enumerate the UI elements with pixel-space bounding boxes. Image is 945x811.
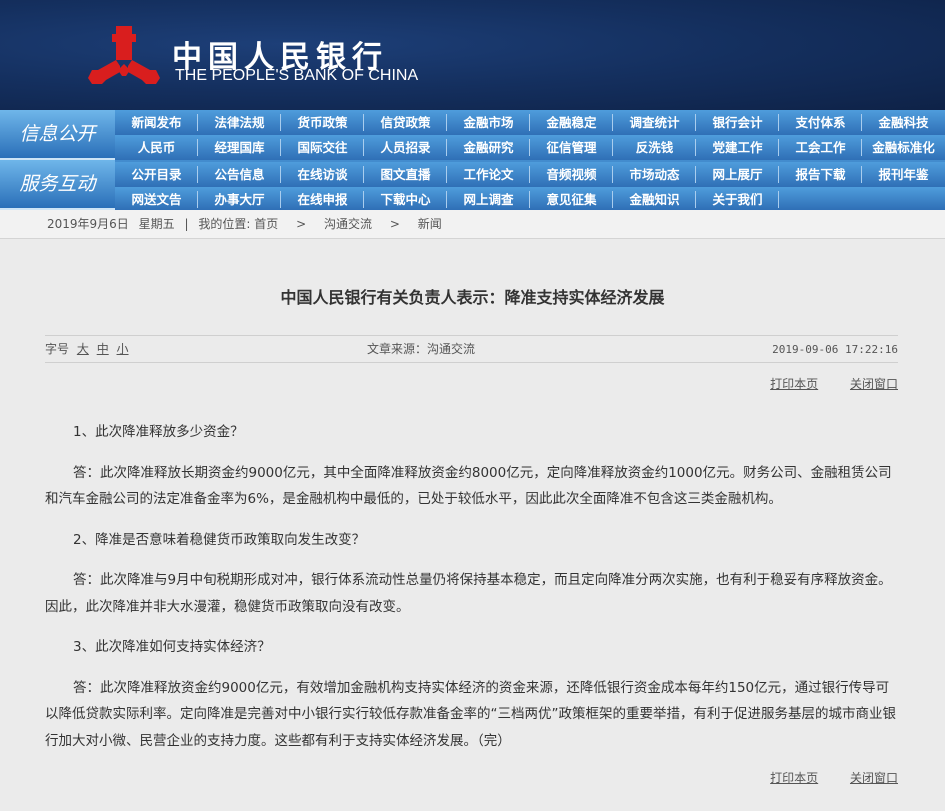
nav-item[interactable]: 金融科技 [862, 110, 945, 135]
nav-item[interactable]: 金融研究 [447, 135, 530, 160]
article-tools-top: 打印本页 关闭窗口 [742, 375, 898, 392]
nav-item[interactable]: 网上展厅 [696, 162, 779, 187]
font-size-medium[interactable]: 中 [97, 342, 109, 356]
nav-item[interactable]: 金融稳定 [530, 110, 613, 135]
nav-section-service-interaction[interactable]: 服务互动 [0, 160, 115, 210]
print-page-link[interactable]: 打印本页 [770, 377, 818, 391]
nav-item[interactable]: 信贷政策 [364, 110, 447, 135]
main-nav: 信息公开 服务互动 新闻发布 法律法规 货币政策 信贷政策 金融市场 金融稳定 调查统计 银行… [0, 110, 945, 210]
bank-name-english: THE PEOPLE'S BANK OF CHINA [175, 67, 419, 84]
breadcrumb-arrow: > [389, 217, 400, 231]
answer-2: 答：此次降准与9月中旬税期形成对冲，银行体系流动性总量仍将保持基本稳定，而且定向… [45, 572, 892, 615]
nav-item[interactable]: 网送文告 [115, 187, 198, 212]
nav-row: 人民币 经理国库 国际交往 人员招录 金融研究 征信管理 反洗钱 党建工作 工会工作 金融标准化 [115, 135, 945, 160]
article-title: 中国人民银行有关负责人表示：降准支持实体经济发展 [280, 288, 665, 307]
font-size-small[interactable]: 小 [117, 342, 129, 356]
nav-item[interactable]: 网上调查 [447, 187, 530, 212]
breadcrumb-label: 我的位置: [198, 217, 251, 231]
article-timestamp: 2019-09-06 17:22:16 [772, 343, 898, 356]
nav-item[interactable]: 图文直播 [364, 162, 447, 187]
nav-item[interactable]: 新闻发布 [115, 110, 198, 135]
nav-item[interactable]: 关于我们 [696, 187, 779, 212]
nav-section-info-disclosure[interactable]: 信息公开 [0, 110, 115, 160]
question-1: 1、此次降准释放多少资金？ [73, 424, 244, 440]
article-tools-bottom: 打印本页 关闭窗口 [742, 769, 898, 786]
nav-item[interactable]: 人员招录 [364, 135, 447, 160]
nav-item[interactable]: 报告下载 [779, 162, 862, 187]
article-source: 文章来源：沟通交流 [367, 342, 476, 356]
nav-item[interactable]: 金融标准化 [862, 135, 945, 160]
current-weekday: 星期五 [138, 217, 175, 231]
nav-item[interactable]: 在线申报 [281, 187, 364, 212]
nav-item[interactable]: 办事大厅 [198, 187, 281, 212]
print-page-link[interactable]: 打印本页 [770, 771, 818, 785]
close-window-link[interactable]: 关闭窗口 [850, 771, 898, 785]
nav-item[interactable]: 工作论文 [447, 162, 530, 187]
question-3: 3、此次降准如何支持实体经济？ [73, 639, 271, 655]
nav-item[interactable]: 征信管理 [530, 135, 613, 160]
nav-item[interactable]: 货币政策 [281, 110, 364, 135]
nav-item[interactable]: 报刊年鉴 [862, 162, 945, 187]
article-body: 1、此次降准释放多少资金？ 答：此次降准释放长期资金约9000亿元，其中全面降准… [45, 419, 900, 768]
breadcrumb-home[interactable]: 首页 [254, 217, 278, 231]
answer-3: 答：此次降准释放资金约9000亿元，有效增加金融机构支持实体经济的资金来源，还降… [45, 679, 896, 749]
nav-item[interactable]: 下载中心 [364, 187, 447, 212]
nav-item[interactable]: 反洗钱 [613, 135, 696, 160]
nav-item[interactable]: 银行会计 [696, 110, 779, 135]
nav-item[interactable]: 国际交往 [281, 135, 364, 160]
font-size-label: 字号 [45, 342, 70, 356]
nav-item[interactable]: 音频视频 [530, 162, 613, 187]
nav-item[interactable]: 经理国库 [198, 135, 281, 160]
nav-item[interactable]: 支付体系 [779, 110, 862, 135]
breadcrumb-communication[interactable]: 沟通交流 [324, 217, 372, 231]
nav-item[interactable]: 金融市场 [447, 110, 530, 135]
nav-item[interactable]: 工会工作 [779, 135, 862, 160]
nav-item[interactable]: 金融知识 [613, 187, 696, 212]
nav-row: 网送文告 办事大厅 在线申报 下载中心 网上调查 意见征集 金融知识 关于我们 [115, 187, 945, 210]
breadcrumb-arrow: > [296, 217, 307, 231]
nav-row: 新闻发布 法律法规 货币政策 信贷政策 金融市场 金融稳定 调查统计 银行会计 支付体系 金融科技 [115, 110, 945, 135]
nav-item[interactable]: 法律法规 [198, 110, 281, 135]
current-date: 2019年9月6日 [47, 217, 129, 231]
nav-item[interactable]: 市场动态 [613, 162, 696, 187]
nav-item[interactable]: 意见征集 [530, 187, 613, 212]
breadcrumb-news[interactable]: 新闻 [418, 217, 442, 231]
font-size-large[interactable]: 大 [77, 342, 89, 356]
nav-item[interactable]: 公告信息 [198, 162, 281, 187]
site-header: 中国人民银行 THE PEOPLE'S BANK OF CHINA [0, 0, 945, 110]
pboc-logo-icon [88, 26, 160, 84]
nav-item[interactable]: 公开目录 [115, 162, 198, 187]
nav-item[interactable]: 调查统计 [613, 110, 696, 135]
nav-row: 公开目录 公告信息 在线访谈 图文直播 工作论文 音频视频 市场动态 网上展厅 报告下载 报刊年鉴 [115, 162, 945, 187]
breadcrumb-separator: | [184, 217, 189, 231]
answer-1: 答：此次降准释放长期资金约9000亿元，其中全面降准释放资金约8000亿元，定向… [45, 464, 892, 508]
nav-item[interactable]: 人民币 [115, 135, 198, 160]
nav-item[interactable]: 党建工作 [696, 135, 779, 160]
breadcrumb: 2019年9月6日 星期五 | 我的位置: 首页 > 沟通交流 > 新闻 [0, 210, 945, 239]
close-window-link[interactable]: 关闭窗口 [850, 377, 898, 391]
article-meta: 字号 大 中 小 文章来源：沟通交流 2019-09-06 17:22:16 [45, 335, 898, 363]
question-2: 2、降准是否意味着稳健货币政策取向发生改变？ [73, 531, 366, 548]
nav-item[interactable]: 在线访谈 [281, 162, 364, 187]
